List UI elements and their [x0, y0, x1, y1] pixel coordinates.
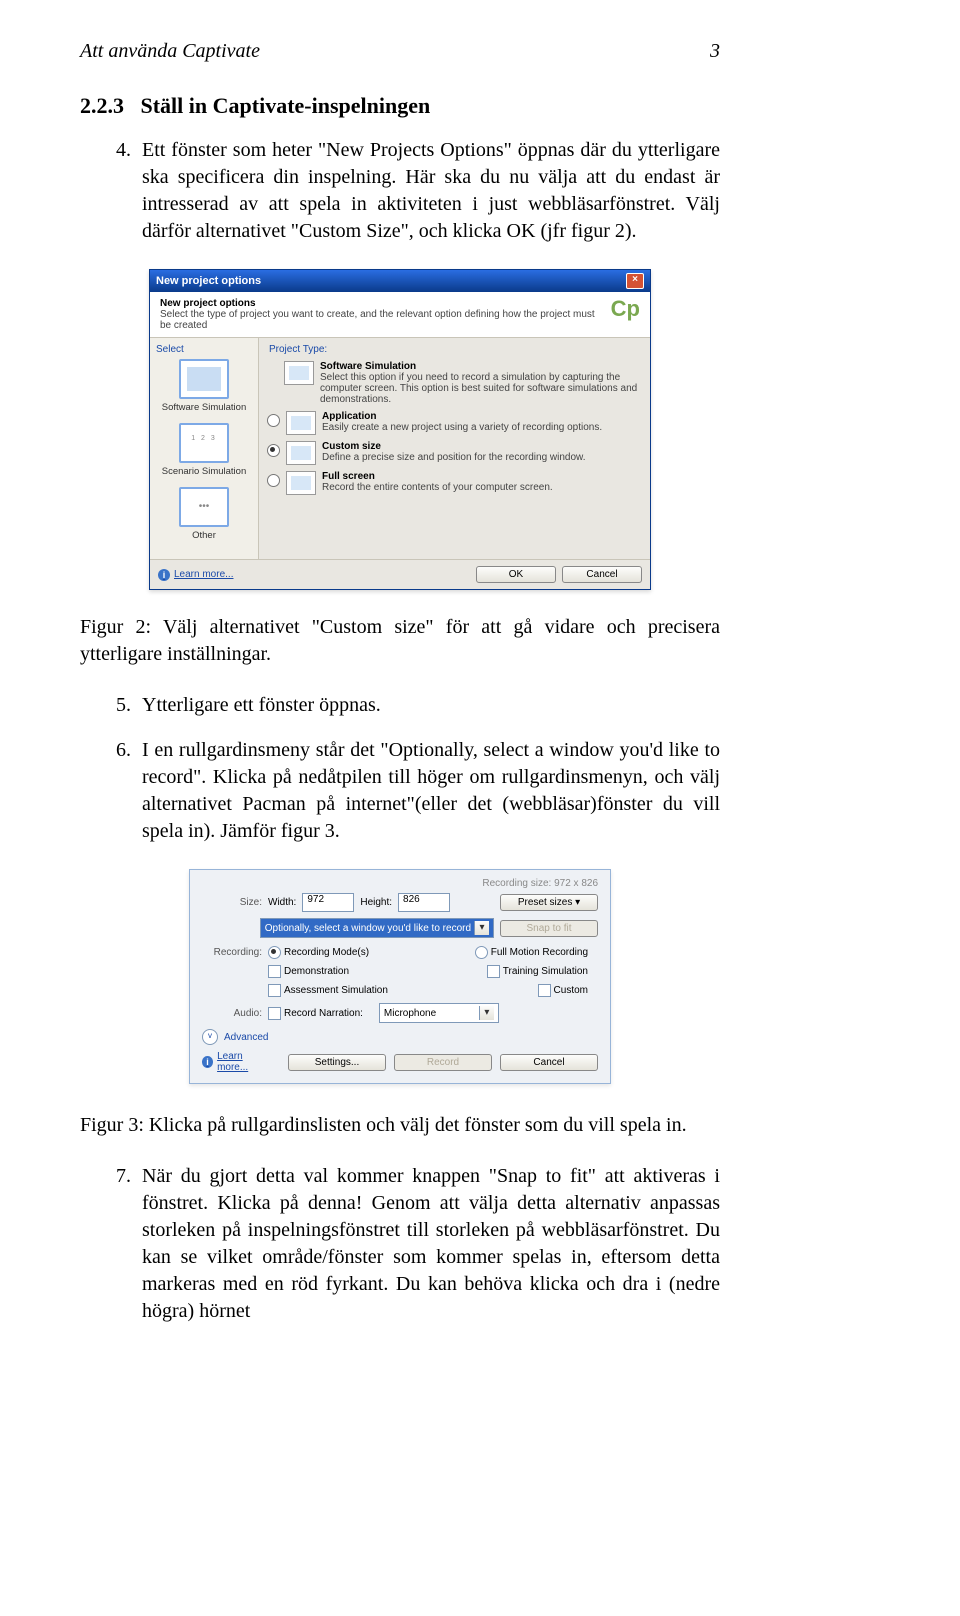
monitor-icon	[179, 359, 229, 399]
right-panel-header: Project Type:	[267, 342, 642, 361]
custom-size-icon	[286, 441, 316, 465]
radio-icon	[268, 946, 281, 959]
assessment-simulation-checkbox[interactable]: Assessment Simulation	[268, 984, 388, 997]
radio-icon[interactable]	[267, 474, 280, 487]
option-application[interactable]: Application Easily create a new project …	[267, 411, 642, 435]
info-icon: i	[158, 569, 170, 581]
cancel-button[interactable]: Cancel	[562, 566, 642, 583]
chevron-down-icon[interactable]: ▾	[474, 921, 489, 935]
left-panel-header: Select	[154, 342, 254, 359]
monitor-icon	[284, 361, 314, 385]
settings-button[interactable]: Settings...	[288, 1054, 386, 1071]
section-heading: 2.2.3 Ställ in Captivate-inspelningen	[80, 93, 720, 119]
height-label: Height:	[360, 897, 392, 908]
dialog-subdesc: Select the type of project you want to c…	[160, 309, 605, 331]
page-title: Att använda Captivate	[80, 40, 260, 63]
application-icon	[286, 411, 316, 435]
option-full-screen[interactable]: Full screen Record the entire contents o…	[267, 471, 642, 495]
page-number: 3	[710, 40, 720, 63]
step-7: När du gjort detta val kommer knappen "S…	[136, 1163, 720, 1325]
new-project-options-dialog: New project options × New project option…	[149, 269, 651, 590]
checkbox-icon	[268, 984, 281, 997]
cancel-button[interactable]: Cancel	[500, 1054, 598, 1071]
select-window-dropdown[interactable]: Optionally, select a window you'd like t…	[260, 918, 494, 938]
record-button[interactable]: Record	[394, 1054, 492, 1071]
step-4: Ett fönster som heter "New Projects Opti…	[136, 137, 720, 245]
radio-icon[interactable]	[267, 444, 280, 457]
training-simulation-checkbox[interactable]: Training Simulation	[487, 965, 588, 978]
learn-more-link[interactable]: i Learn more...	[202, 1051, 272, 1073]
audio-label: Audio:	[202, 1008, 262, 1019]
demonstration-checkbox[interactable]: Demonstration	[268, 965, 349, 978]
recording-size-label: Recording size: 972 x 826	[202, 878, 598, 893]
step-6: I en rullgardinsmeny står det "Optionall…	[136, 737, 720, 845]
left-item-software-simulation[interactable]: Software Simulation	[154, 359, 254, 413]
height-input[interactable]: 826	[398, 893, 450, 912]
audio-source-dropdown[interactable]: Microphone ▾	[379, 1003, 499, 1023]
recording-modes-radio[interactable]: Recording Mode(s)	[268, 946, 369, 959]
learn-more-link[interactable]: i Learn more...	[158, 569, 233, 581]
advanced-toggle[interactable]: v Advanced	[202, 1029, 598, 1045]
record-narration-checkbox[interactable]: Record Narration:	[268, 1007, 363, 1020]
recording-settings-dialog: Recording size: 972 x 826 Size: Width: 9…	[189, 869, 611, 1084]
step-5: Ytterligare ett fönster öppnas.	[136, 692, 720, 719]
size-label: Size:	[202, 897, 262, 908]
dialog-subtitle: New project options	[160, 298, 605, 309]
left-item-other[interactable]: Other	[154, 487, 254, 541]
preset-sizes-button[interactable]: Preset sizes ▾	[500, 894, 598, 911]
chevron-down-icon[interactable]: ▾	[479, 1006, 494, 1020]
checkbox-icon	[268, 1007, 281, 1020]
captivate-logo-icon: Cp	[605, 298, 640, 320]
radio-icon	[475, 946, 488, 959]
option-custom-size[interactable]: Custom size Define a precise size and po…	[267, 441, 642, 465]
width-label: Width:	[268, 897, 296, 908]
close-icon[interactable]: ×	[626, 273, 644, 289]
figure2-caption: Figur 2: Välj alternativet "Custom size"…	[80, 614, 720, 668]
info-icon: i	[202, 1056, 213, 1068]
snap-to-fit-button[interactable]: Snap to fit	[500, 920, 598, 937]
option-software-simulation: Software Simulation Select this option i…	[267, 361, 642, 405]
checkbox-icon	[268, 965, 281, 978]
checkbox-icon	[487, 965, 500, 978]
dialog-title: New project options	[156, 275, 261, 287]
checkbox-icon	[538, 984, 551, 997]
chevron-down-icon: v	[202, 1029, 218, 1045]
other-icon	[179, 487, 229, 527]
figure3-caption: Figur 3: Klicka på rullgardinslisten och…	[80, 1112, 720, 1139]
width-input[interactable]: 972	[302, 893, 354, 912]
ok-button[interactable]: OK	[476, 566, 556, 583]
fullscreen-icon	[286, 471, 316, 495]
scenario-icon	[179, 423, 229, 463]
full-motion-radio[interactable]: Full Motion Recording	[475, 946, 588, 959]
custom-checkbox[interactable]: Custom	[538, 984, 588, 997]
radio-icon[interactable]	[267, 414, 280, 427]
recording-label: Recording:	[202, 947, 262, 958]
left-item-scenario-simulation[interactable]: Scenario Simulation	[154, 423, 254, 477]
